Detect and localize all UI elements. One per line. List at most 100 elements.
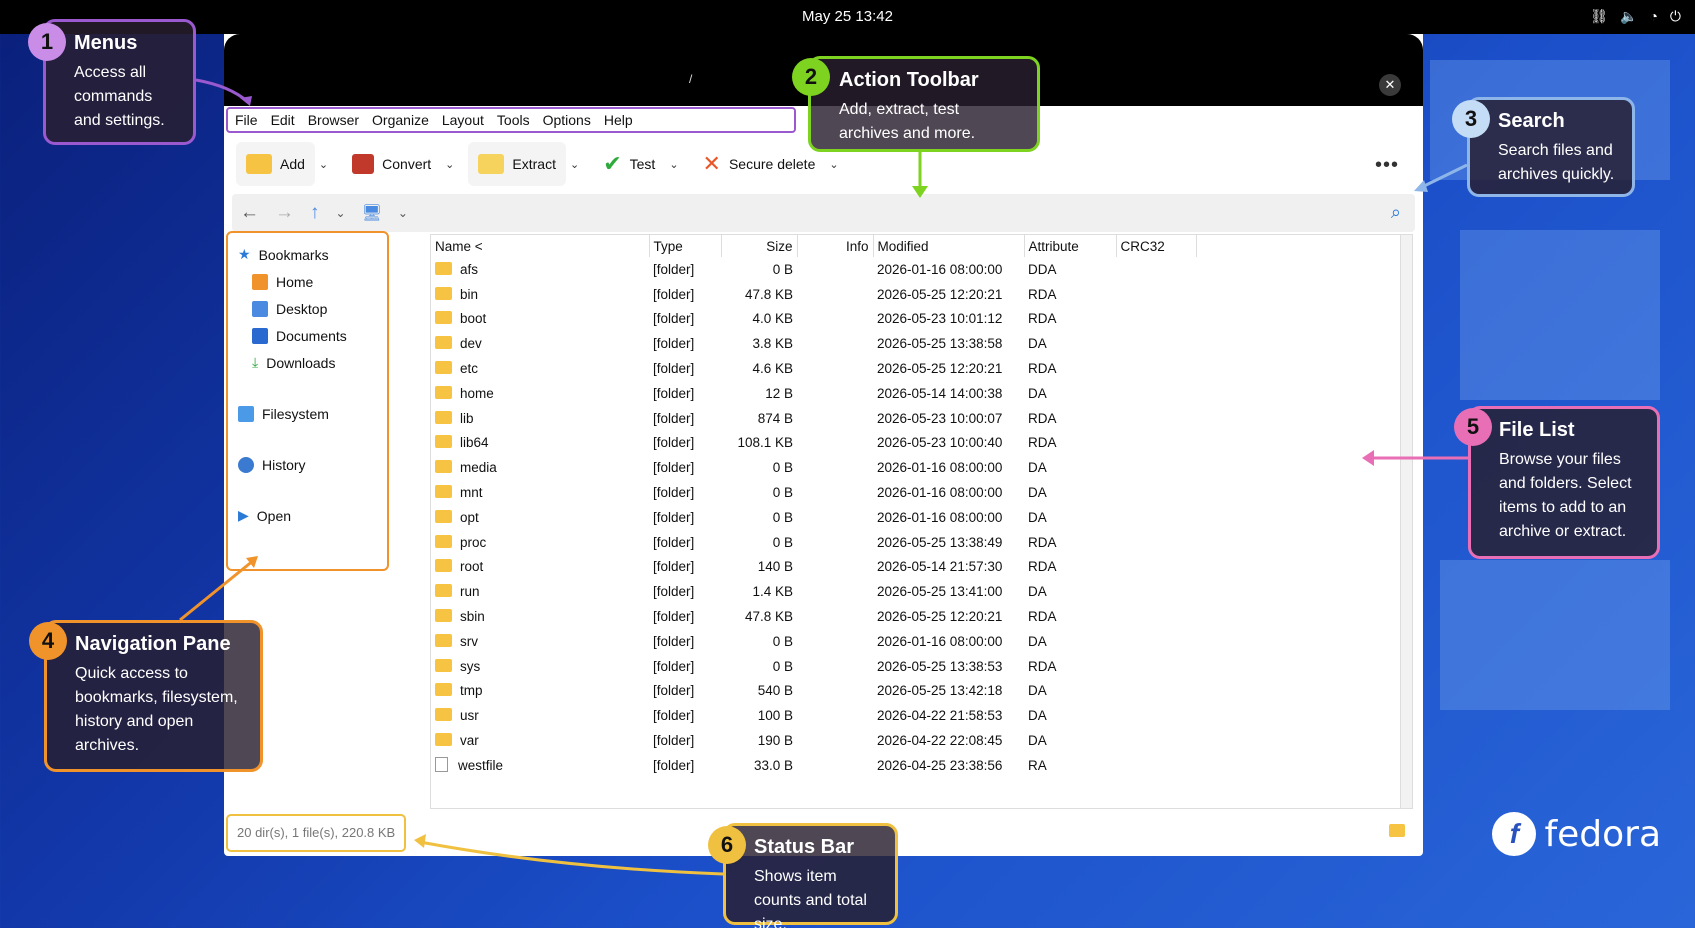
nav-home[interactable]: Home — [228, 268, 387, 295]
clock[interactable]: May 25 13:42 — [0, 8, 1695, 25]
table-row[interactable]: media [folder] 0 B 2026-01-16 08:00:00 DA — [431, 455, 1196, 480]
col-attribute[interactable]: Attribute — [1024, 235, 1117, 257]
cell-size: 108.1 KB — [737, 435, 793, 451]
extract-dropdown-icon[interactable]: ⌄ — [570, 158, 579, 171]
search-icon[interactable]: ⌕ — [1391, 202, 1401, 223]
add-button[interactable]: Add — [236, 142, 315, 186]
row-name: lib64 — [460, 435, 489, 451]
callout-badge: 2 — [792, 58, 830, 96]
menu-options[interactable]: Options — [543, 112, 591, 128]
table-row[interactable]: afs [folder] 0 B 2026-01-16 08:00:00 DDA — [431, 257, 1196, 282]
table-row[interactable]: srv [folder] 0 B 2026-01-16 08:00:00 DA — [431, 629, 1196, 654]
table-row[interactable]: westfile [folder] 33.0 B 2026-04-25 23:38:5… — [431, 753, 1196, 778]
table-row[interactable]: root [folder] 140 B 2026-05-14 21:57:30 RDA — [431, 555, 1196, 580]
table-row[interactable]: var [folder] 190 B 2026-04-22 22:08:45 DA — [431, 728, 1196, 753]
folder-icon — [435, 311, 452, 325]
col-type[interactable]: Type — [649, 235, 722, 257]
folder-icon — [435, 584, 452, 598]
location-dropdown-icon[interactable]: ⌄ — [398, 206, 408, 220]
cell-crc32 — [1116, 604, 1196, 629]
menu-help[interactable]: Help — [604, 112, 633, 128]
table-row[interactable]: proc [folder] 0 B 2026-05-25 13:38:49 RDA — [431, 530, 1196, 555]
back-icon[interactable]: ← — [240, 202, 259, 224]
nav-documents-label: Documents — [276, 327, 347, 344]
volume-icon[interactable]: 🔈 — [1620, 8, 1637, 25]
row-name: media — [460, 460, 497, 476]
menu-file[interactable]: File — [235, 112, 258, 128]
cell-type: [folder] — [653, 435, 695, 451]
home-icon — [252, 273, 268, 290]
table-row[interactable]: boot [folder] 4.0 KB 2026-05-23 10:01:12 RDA — [431, 307, 1196, 332]
menu-browser[interactable]: Browser — [308, 112, 359, 128]
table-row[interactable]: lib [folder] 874 B 2026-05-23 10:00:07 RDA — [431, 406, 1196, 431]
col-size[interactable]: Size — [721, 235, 798, 257]
nav-history[interactable]: History — [228, 451, 387, 478]
close-button[interactable]: ✕ — [1379, 74, 1401, 96]
table-row[interactable]: usr [folder] 100 B 2026-04-22 21:58:53 DA — [431, 703, 1196, 728]
cell-crc32 — [1116, 505, 1196, 530]
cell-attribute: DDA — [1028, 261, 1057, 277]
nav-desktop[interactable]: Desktop — [228, 295, 387, 322]
menu-edit[interactable]: Edit — [271, 112, 295, 128]
extract-button[interactable]: Extract — [468, 142, 566, 186]
col-modified[interactable]: Modified — [873, 235, 1025, 257]
nav-documents[interactable]: Documents — [228, 322, 387, 349]
up-icon[interactable]: ↑ — [310, 202, 320, 224]
nav-filesystem[interactable]: Filesystem — [228, 400, 387, 427]
computer-icon[interactable]: 🖥 — [362, 203, 382, 223]
cell-info — [797, 530, 873, 555]
cell-attribute: RDA — [1028, 658, 1057, 674]
system-tray[interactable]: ⛓ 🔈 ◔ ⏻ — [1590, 8, 1681, 25]
secure-delete-label: Secure delete — [728, 156, 816, 172]
cell-info — [797, 257, 873, 282]
table-row[interactable]: mnt [folder] 0 B 2026-01-16 08:00:00 DA — [431, 480, 1196, 505]
row-name: lib — [460, 410, 474, 426]
col-crc32[interactable]: CRC32 — [1116, 235, 1197, 257]
cell-info — [797, 679, 873, 704]
table-row[interactable]: sys [folder] 0 B 2026-05-25 13:38:53 RDA — [431, 654, 1196, 679]
nav-bookmarks[interactable]: ★ Bookmarks — [228, 241, 387, 268]
folder-icon[interactable] — [1389, 824, 1405, 837]
add-dropdown-icon[interactable]: ⌄ — [319, 158, 328, 171]
table-row[interactable]: sbin [folder] 47.8 KB 2026-05-25 12:20:21 RD… — [431, 604, 1196, 629]
table-row[interactable]: bin [folder] 47.8 KB 2026-05-25 12:20:21 RDA — [431, 282, 1196, 307]
table-row[interactable]: dev [folder] 3.8 KB 2026-05-25 13:38:58 DA — [431, 331, 1196, 356]
menu-layout[interactable]: Layout — [442, 112, 484, 128]
test-dropdown-icon[interactable]: ⌄ — [669, 158, 678, 171]
cell-crc32 — [1116, 654, 1196, 679]
table-row[interactable]: home [folder] 12 B 2026-05-14 14:00:38 DA — [431, 381, 1196, 406]
col-info[interactable]: Info — [797, 235, 874, 257]
table-row[interactable]: opt [folder] 0 B 2026-01-16 08:00:00 DA — [431, 505, 1196, 530]
menu-tools[interactable]: Tools — [497, 112, 530, 128]
table-row[interactable]: lib64 [folder] 108.1 KB 2026-05-23 10:00:40… — [431, 431, 1196, 456]
col-name[interactable]: Name < — [431, 235, 650, 257]
convert-dropdown-icon[interactable]: ⌄ — [445, 158, 454, 171]
battery-icon[interactable]: ◔ — [1649, 8, 1657, 25]
folder-icon — [435, 658, 452, 672]
cell-attribute: RDA — [1028, 534, 1057, 550]
fedora-logo-icon: f — [1492, 812, 1537, 856]
table-row[interactable]: tmp [folder] 540 B 2026-05-25 13:42:18 DA — [431, 679, 1196, 704]
more-options-icon[interactable]: ••• — [1375, 154, 1399, 177]
vertical-scrollbar[interactable] — [1400, 235, 1412, 808]
network-icon[interactable]: ⛓ — [1590, 8, 1608, 25]
wallpaper-block — [1440, 560, 1670, 710]
history-dropdown-icon[interactable]: ⌄ — [336, 206, 346, 220]
table-row[interactable]: etc [folder] 4.6 KB 2026-05-25 12:20:21 RDA — [431, 356, 1196, 381]
nav-open[interactable]: ▶ Open — [228, 502, 387, 529]
cell-attribute: RDA — [1028, 609, 1057, 625]
row-name: opt — [460, 509, 479, 525]
menu-organize[interactable]: Organize — [372, 112, 429, 128]
secure-delete-button[interactable]: ✕ Secure delete — [693, 142, 826, 186]
power-icon[interactable]: ⏻ — [1670, 8, 1681, 25]
test-button[interactable]: ✔ Test — [593, 142, 665, 186]
row-name: sbin — [460, 609, 485, 625]
secure-delete-dropdown-icon[interactable]: ⌄ — [829, 158, 838, 171]
cell-crc32 — [1116, 530, 1196, 555]
table-row[interactable]: run [folder] 1.4 KB 2026-05-25 13:41:00 DA — [431, 579, 1196, 604]
download-icon: ⤓ — [252, 354, 259, 370]
convert-button[interactable]: Convert — [342, 142, 441, 186]
forward-icon[interactable]: → — [275, 202, 294, 224]
cell-size: 3.8 KB — [752, 336, 793, 352]
nav-downloads[interactable]: ⤓ Downloads — [228, 349, 387, 376]
